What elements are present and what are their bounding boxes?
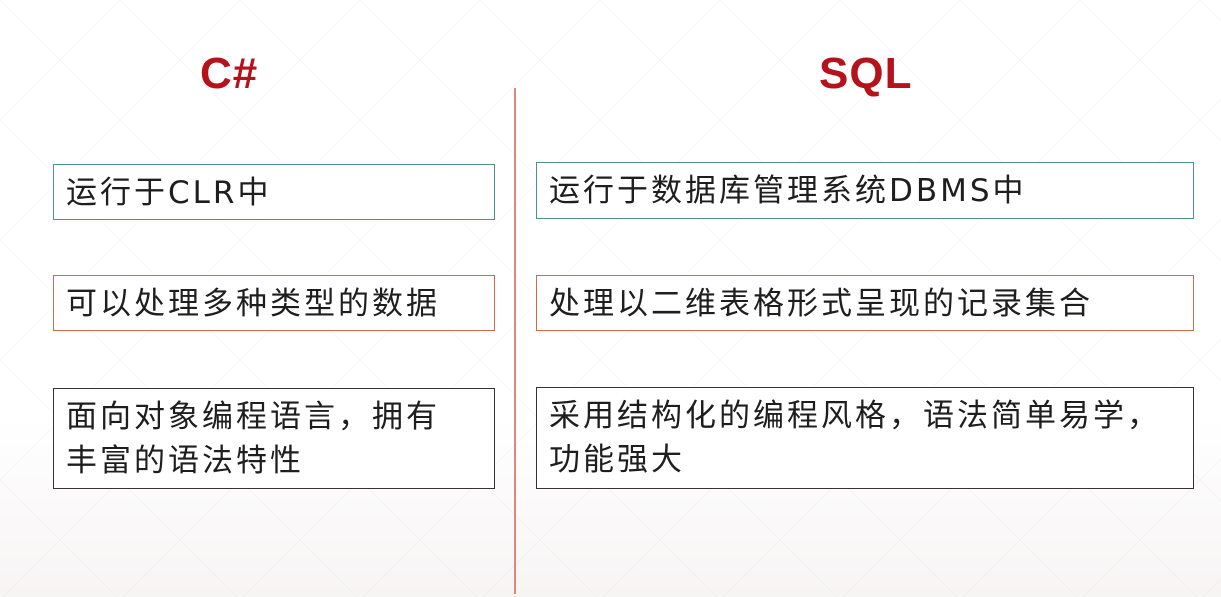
csharp-data-types-text: 可以处理多种类型的数据 — [66, 286, 440, 322]
csharp-box-paradigm: 面向对象编程语言，拥有 丰富的语法特性 — [53, 388, 495, 489]
heading-csharp: C# — [200, 49, 259, 98]
sql-runtime-text: 运行于数据库管理系统DBMS中 — [549, 173, 1027, 209]
sql-data-model-text: 处理以二维表格形式呈现的记录集合 — [549, 286, 1093, 322]
vertical-divider — [514, 88, 516, 594]
sql-box-data-model: 处理以二维表格形式呈现的记录集合 — [536, 275, 1194, 331]
heading-sql: SQL — [819, 49, 913, 98]
csharp-paradigm-text-line2: 丰富的语法特性 — [66, 443, 304, 479]
csharp-runtime-text: 运行于CLR中 — [66, 175, 272, 211]
sql-box-runtime: 运行于数据库管理系统DBMS中 — [536, 162, 1194, 219]
csharp-paradigm-text-line1: 面向对象编程语言，拥有 — [66, 399, 440, 435]
csharp-box-runtime: 运行于CLR中 — [53, 164, 495, 220]
csharp-box-data-types: 可以处理多种类型的数据 — [53, 275, 495, 331]
sql-box-paradigm: 采用结构化的编程风格，语法简单易学， 功能强大 — [536, 387, 1194, 489]
sql-paradigm-text-line1: 采用结构化的编程风格，语法简单易学， — [549, 398, 1161, 434]
sql-paradigm-text-line2: 功能强大 — [549, 442, 685, 478]
